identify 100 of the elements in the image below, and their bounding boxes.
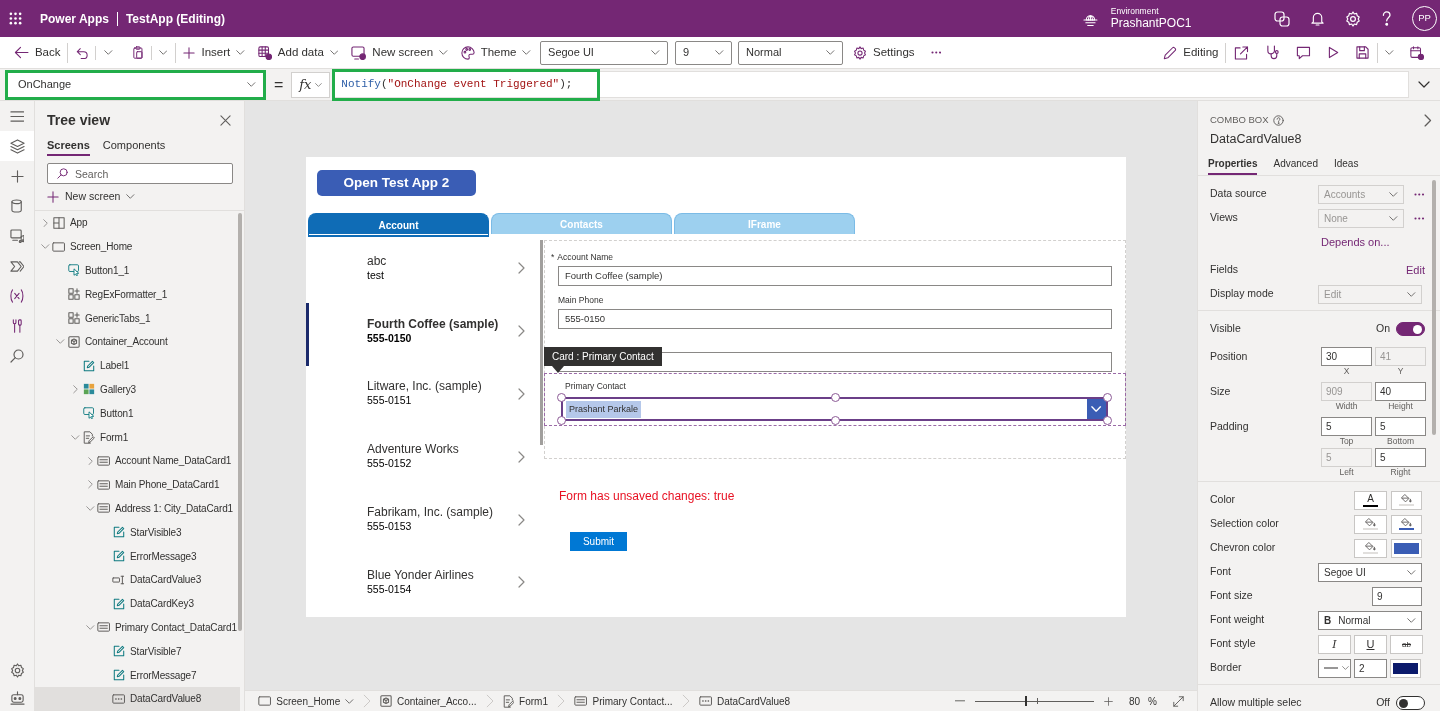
color-picker-button[interactable] [1391, 514, 1422, 534]
color-picker-button[interactable] [1354, 538, 1387, 558]
gallery-item[interactable]: Fabrikam, Inc. (sample) 555-0153 [306, 491, 540, 554]
tree-item[interactable]: ErrorMessage7 [35, 663, 240, 687]
text-input[interactable]: Fourth Coffee (sample) [558, 266, 1112, 286]
gallery-item[interactable]: Fourth Coffee (sample) 555-0150 [306, 302, 540, 366]
resize-handle[interactable] [830, 416, 840, 425]
rail-button[interactable] [0, 131, 34, 161]
tree-item[interactable]: Account Name_DataCard1 [35, 448, 240, 473]
text-input[interactable]: 555-0150 [558, 309, 1112, 329]
gallery-item[interactable]: Adventure Works 555-0152 [306, 428, 540, 492]
gallery-item[interactable]: Blue Yonder Airlines 555-0154 [306, 554, 540, 617]
resize-handle[interactable] [557, 416, 566, 425]
add-data-button[interactable]: Add data [251, 38, 345, 67]
tree-item[interactable]: Primary Contact_DataCard1 [35, 615, 240, 640]
play-icon[interactable] [1328, 46, 1340, 59]
tree-item[interactable]: App [35, 211, 240, 235]
color-picker-button[interactable]: A [1354, 490, 1387, 510]
waffle-icon[interactable] [9, 12, 22, 25]
number-input[interactable]: 9 [1372, 586, 1422, 606]
scrollbar[interactable] [238, 213, 242, 631]
zoom-in-icon[interactable] [1103, 696, 1113, 706]
font-style-button[interactable]: ab [1390, 634, 1423, 654]
color-picker-button[interactable] [1354, 514, 1387, 534]
scrollbar[interactable] [1432, 180, 1436, 435]
resize-handle[interactable] [1103, 416, 1112, 425]
line-style-dropdown[interactable] [1318, 658, 1351, 678]
save-icon[interactable] [1356, 46, 1370, 59]
breadcrumb[interactable]: DataCardValue8 [694, 691, 795, 711]
insert-button[interactable]: Insert [177, 38, 251, 67]
tab[interactable]: Components [102, 138, 166, 156]
caret-icon[interactable] [1385, 50, 1394, 55]
chevron-down-icon[interactable] [1418, 81, 1430, 88]
submit-button[interactable]: Submit [570, 532, 627, 551]
link[interactable]: Edit [1406, 261, 1425, 279]
stethoscope-icon[interactable] [1266, 45, 1280, 60]
color-picker-button[interactable] [1391, 490, 1422, 510]
chevron-right-icon[interactable] [518, 325, 525, 338]
chevron-right-icon[interactable] [518, 513, 525, 526]
font-style-button[interactable]: I [1318, 634, 1351, 654]
editing-button[interactable]: Editing [1157, 38, 1225, 67]
breadcrumb[interactable]: Primary Contact... [570, 691, 677, 711]
font-dropdown[interactable]: Segoe UI [540, 40, 669, 65]
calendar-plus-icon[interactable] [1410, 45, 1424, 60]
tab[interactable]: Ideas [1333, 157, 1359, 175]
font-style-button[interactable]: U [1354, 634, 1387, 654]
function-button[interactable]: fx [291, 71, 331, 98]
new-screen-button[interactable]: New screen [44, 188, 139, 205]
chevron-right-icon[interactable] [88, 456, 93, 466]
toggle-switch[interactable] [1396, 322, 1425, 336]
tree-item[interactable]: Label1 [35, 353, 240, 378]
tree-item[interactable]: Gallery3 [35, 377, 240, 402]
toggle-switch[interactable] [1396, 696, 1425, 710]
link[interactable]: Depends on... [1321, 233, 1390, 251]
caret-icon[interactable] [158, 50, 168, 55]
scrollbar[interactable] [540, 240, 543, 445]
tree-item[interactable]: DataCardValue3 [35, 567, 240, 592]
gallery-item[interactable]: abc test [306, 240, 540, 303]
font-size-dropdown[interactable]: 9 [675, 40, 733, 65]
expand-icon[interactable] [1173, 695, 1184, 707]
chevron-right-icon[interactable] [518, 388, 525, 400]
share-icon[interactable] [1234, 45, 1250, 60]
property-dropdown[interactable]: OnChange [5, 69, 266, 100]
menu-icon[interactable] [9, 110, 25, 122]
caret-icon[interactable] [104, 50, 114, 55]
formula-input[interactable]: Notify("OnChange event Triggered"); [332, 71, 1409, 98]
chevron-right-icon[interactable] [43, 218, 48, 228]
chevron-right-icon[interactable] [518, 576, 525, 589]
close-icon[interactable] [220, 114, 231, 126]
breadcrumb[interactable]: Form1 [498, 691, 552, 711]
chevron-right-icon[interactable] [518, 262, 525, 275]
theme-button[interactable]: Theme [454, 38, 538, 67]
breadcrumb[interactable]: Container_Acco... [376, 691, 481, 711]
chevron-right-icon[interactable] [88, 480, 93, 489]
comment-icon[interactable] [1296, 45, 1312, 60]
tree-item[interactable]: Screen_Home [35, 234, 240, 259]
dropdown-button[interactable] [1087, 399, 1106, 419]
tab[interactable]: Properties [1208, 157, 1258, 175]
tree-item[interactable]: Button1 [35, 401, 240, 426]
tree-item[interactable]: ErrorMessage3 [35, 544, 240, 568]
tab[interactable]: Advanced [1273, 157, 1318, 175]
overlapping-squares-icon[interactable] [1273, 10, 1290, 27]
number-input[interactable]: 5 [1375, 417, 1426, 436]
help-icon[interactable] [1381, 11, 1391, 26]
tree-item[interactable]: RegExFormatter_1 [35, 282, 240, 307]
number-input[interactable]: 5 [1375, 448, 1426, 467]
form-card[interactable]: Primary Contact Prashant Parkale [544, 373, 1126, 426]
undo-icon[interactable] [76, 46, 89, 59]
environment-name[interactable]: PrashantPOC1 [1110, 16, 1192, 31]
back-button[interactable]: Back [8, 38, 67, 67]
dropdown[interactable]: Segoe UI [1318, 562, 1422, 582]
chevron-right-icon[interactable] [73, 385, 78, 394]
tree-item[interactable]: Form1 [35, 425, 240, 449]
font-weight-dropdown[interactable]: Normal [738, 40, 844, 65]
slider-thumb[interactable] [1024, 696, 1027, 706]
clipboard-icon[interactable] [133, 46, 143, 59]
gallery-item[interactable]: Litware, Inc. (sample) 555-0151 [306, 365, 540, 429]
settings-button[interactable]: Settings [847, 38, 921, 67]
tab[interactable]: Screens [47, 138, 90, 156]
tree-item[interactable]: Button1_1 [35, 258, 240, 283]
